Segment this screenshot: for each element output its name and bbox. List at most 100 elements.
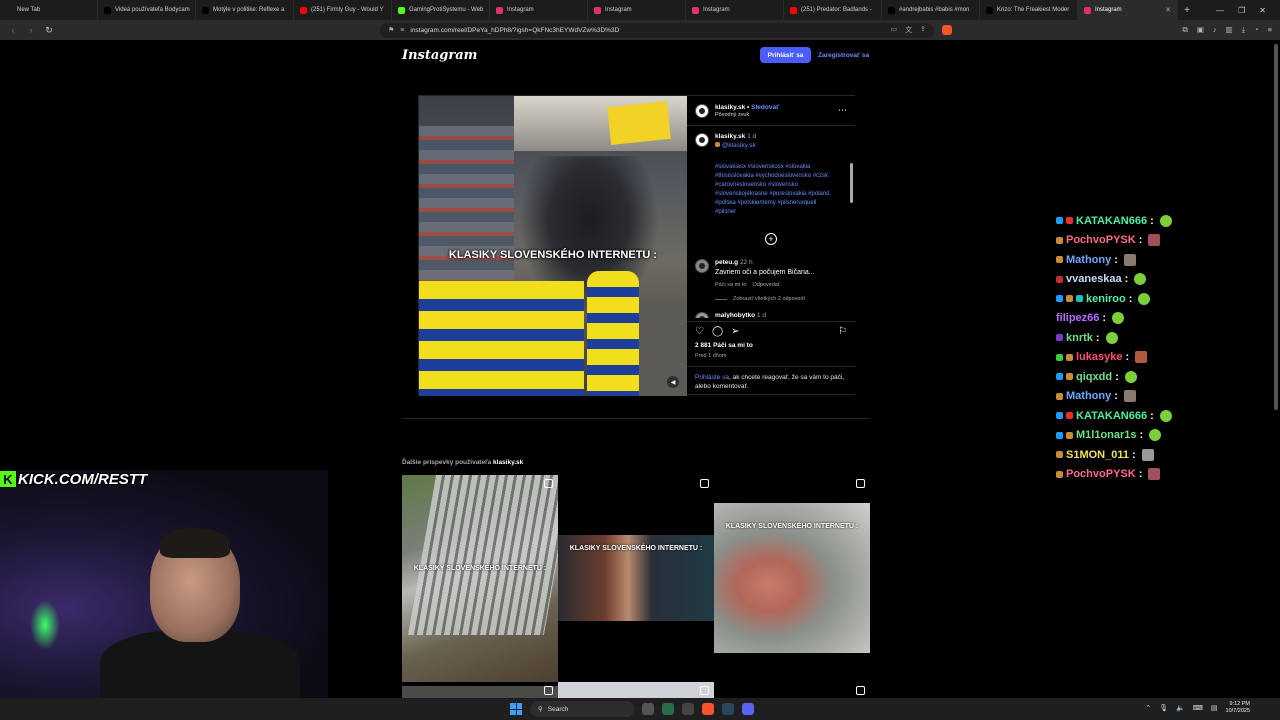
avatar[interactable] (695, 259, 709, 273)
comment-username[interactable]: malyhobytko (715, 312, 755, 318)
microphone-icon[interactable]: 🎙 (1159, 704, 1168, 712)
post-thumbnail[interactable] (402, 686, 558, 698)
comment-reply-link[interactable]: Odpovedať (752, 282, 779, 288)
browser-tab[interactable]: Krizo: The Freakiest Moder (980, 0, 1078, 20)
instagram-logo[interactable]: Instagram (402, 48, 477, 63)
share-icon[interactable]: ➢ (731, 326, 739, 337)
comment-like-link[interactable]: Páči sa mi to (715, 282, 746, 288)
chat-username[interactable]: filipez66 (1056, 312, 1099, 324)
wallet-icon[interactable]: ▣ (1197, 25, 1204, 35)
comment-icon[interactable]: ◯ (712, 326, 723, 337)
browser-tab[interactable]: Motýle v politike: Reflexe a (196, 0, 294, 20)
taskbar-search[interactable]: ⚲ Search (530, 701, 634, 717)
forward-icon[interactable]: › (26, 25, 36, 35)
extension-icon[interactable]: ⧉ (1182, 25, 1187, 35)
post-thumbnail[interactable]: KLASIKY SLOVENSKÉHO INTERNETU : (558, 535, 714, 621)
profile-icon[interactable]: ◔ (1254, 25, 1259, 35)
chat-username[interactable]: KATAKAN666 (1076, 410, 1147, 422)
browser-tab[interactable]: New Tab (0, 0, 98, 20)
chat-username[interactable]: knrtk (1066, 332, 1093, 344)
browser-tab[interactable]: Instagram (588, 0, 686, 20)
maximize-icon[interactable]: ❐ (1238, 6, 1245, 15)
chat-username[interactable]: Mathony (1066, 390, 1111, 402)
browser-tab[interactable]: Instagram (686, 0, 784, 20)
caption-username[interactable]: klasiky.sk (715, 133, 745, 140)
task-view-icon[interactable] (642, 703, 654, 715)
avatar[interactable] (695, 103, 709, 118)
chat-username[interactable]: M1l1onar1s (1076, 429, 1137, 441)
page-scrollbar[interactable] (1274, 44, 1278, 410)
chat-username[interactable]: keniroo (1086, 293, 1126, 305)
brave-icon[interactable] (702, 703, 714, 715)
steam-icon[interactable] (722, 703, 734, 715)
windows-start-icon[interactable] (510, 703, 522, 715)
language-icon[interactable]: ⌨ (1193, 704, 1203, 712)
avatar[interactable] (695, 312, 709, 318)
downloads-icon[interactable]: ⤓ (1242, 25, 1245, 35)
login-prompt-link[interactable]: Prihláste sa (695, 374, 729, 381)
sidebar-icon[interactable]: ▥ (1226, 25, 1233, 35)
clock[interactable]: 9:12 PM 10/7/2025 (1226, 701, 1250, 715)
audio-label[interactable]: Pôvodný zvuk (715, 112, 779, 118)
browser-tab[interactable]: Instagram (490, 0, 588, 20)
chat-username[interactable]: PochvoPYSK (1066, 468, 1136, 480)
new-tab-button[interactable]: + (1178, 5, 1196, 16)
tray-overflow-icon[interactable]: ⌃ (1145, 704, 1151, 712)
translate-icon[interactable]: 文 (905, 25, 912, 35)
post-username[interactable]: klasiky.sk (715, 104, 745, 111)
post-thumbnail[interactable]: KLASIKY SLOVENSKÉHO INTERNETU : (402, 475, 558, 682)
network-icon[interactable]: ▤ (1211, 704, 1218, 712)
speaker-icon[interactable]: 🔈 (1176, 704, 1185, 712)
more-options-icon[interactable]: ⋯ (838, 105, 847, 116)
follow-button[interactable]: Sledovať (751, 104, 779, 111)
bookmark-icon[interactable]: ⚑ (388, 26, 394, 34)
save-icon[interactable]: ⚐ (838, 326, 847, 337)
like-icon[interactable]: ♡ (695, 326, 704, 337)
mute-icon[interactable]: ◀ (667, 376, 679, 388)
obs-icon[interactable] (682, 703, 694, 715)
comments-panel[interactable]: klasiky.sk 1 d @klasiky.sk #slovakiasx #… (687, 127, 855, 318)
close-tab-icon[interactable]: ✕ (1165, 6, 1171, 14)
browser-tab[interactable]: (251) Predator: Badlands - (784, 0, 882, 20)
chat-username[interactable]: qiqxdd (1076, 371, 1112, 383)
chat-username[interactable]: S1MON_011 (1066, 449, 1129, 461)
signup-link[interactable]: Zaregistrovať sa (818, 47, 869, 63)
chat-username[interactable]: vvaneskaa (1066, 273, 1122, 285)
xbox-icon[interactable] (662, 703, 674, 715)
caption-hashtags[interactable]: #slovakiasx #slovenskosx #slovakia #this… (715, 163, 835, 217)
browser-tab[interactable]: #andrejbabis #babis #mon (882, 0, 980, 20)
site-info-icon[interactable]: ≡ (400, 27, 404, 34)
chat-username[interactable]: lukasyke (1076, 351, 1122, 363)
chat-username[interactable]: KATAKAN666 (1076, 215, 1147, 227)
minimize-icon[interactable]: — (1216, 6, 1224, 15)
close-window-icon[interactable]: ✕ (1259, 6, 1266, 15)
post-thumbnail[interactable]: KLASIKY SLOVENSKÉHO INTERNETU : (714, 503, 870, 653)
login-button[interactable]: Prihlásiť sa (760, 47, 811, 63)
post-thumbnail[interactable] (558, 682, 714, 698)
menu-icon[interactable]: ≡ (1268, 25, 1272, 35)
more-posts-user[interactable]: klasiky.sk (493, 459, 523, 466)
caption-handle[interactable]: @klasiky.sk (722, 142, 756, 149)
likes-count[interactable]: 2 881 Páči sa mi to (695, 342, 753, 349)
reel-video[interactable]: KLASIKY SLOVENSKÉHO INTERNETU : ◀ (419, 96, 687, 396)
browser-tab[interactable]: (251) Firmly Guy - Would Y (294, 0, 392, 20)
avatar[interactable] (695, 133, 709, 147)
comments-scrollbar[interactable] (850, 163, 853, 203)
cast-icon[interactable]: ▭ (891, 25, 898, 35)
tab-active[interactable]: Instagram ✕ (1078, 0, 1178, 20)
reload-icon[interactable]: ↻ (44, 25, 54, 36)
brave-shields-icon[interactable] (942, 25, 952, 35)
chat-username[interactable]: PochvoPYSK (1066, 234, 1136, 246)
browser-tab[interactable]: Videá používateľa Bodycam (98, 0, 196, 20)
music-icon[interactable]: ♪ (1213, 25, 1217, 35)
share-icon[interactable]: ⇪ (920, 25, 926, 35)
back-icon[interactable]: ‹ (8, 25, 18, 35)
address-bar[interactable]: ⚑ ≡ instagram.com/reel/DPeYa_hDPh8/?igsh… (380, 22, 934, 38)
chat-badge-icon (1056, 295, 1063, 303)
chat-username[interactable]: Mathony (1066, 254, 1111, 266)
comment-username[interactable]: peteu.g (715, 259, 738, 266)
discord-icon[interactable] (742, 703, 754, 715)
view-replies[interactable]: Zobraziť všetkých 2 odpovedí (715, 296, 847, 302)
load-more-icon[interactable]: + (765, 233, 777, 245)
browser-tab[interactable]: GamingProtiSystemu - Web (392, 0, 490, 20)
